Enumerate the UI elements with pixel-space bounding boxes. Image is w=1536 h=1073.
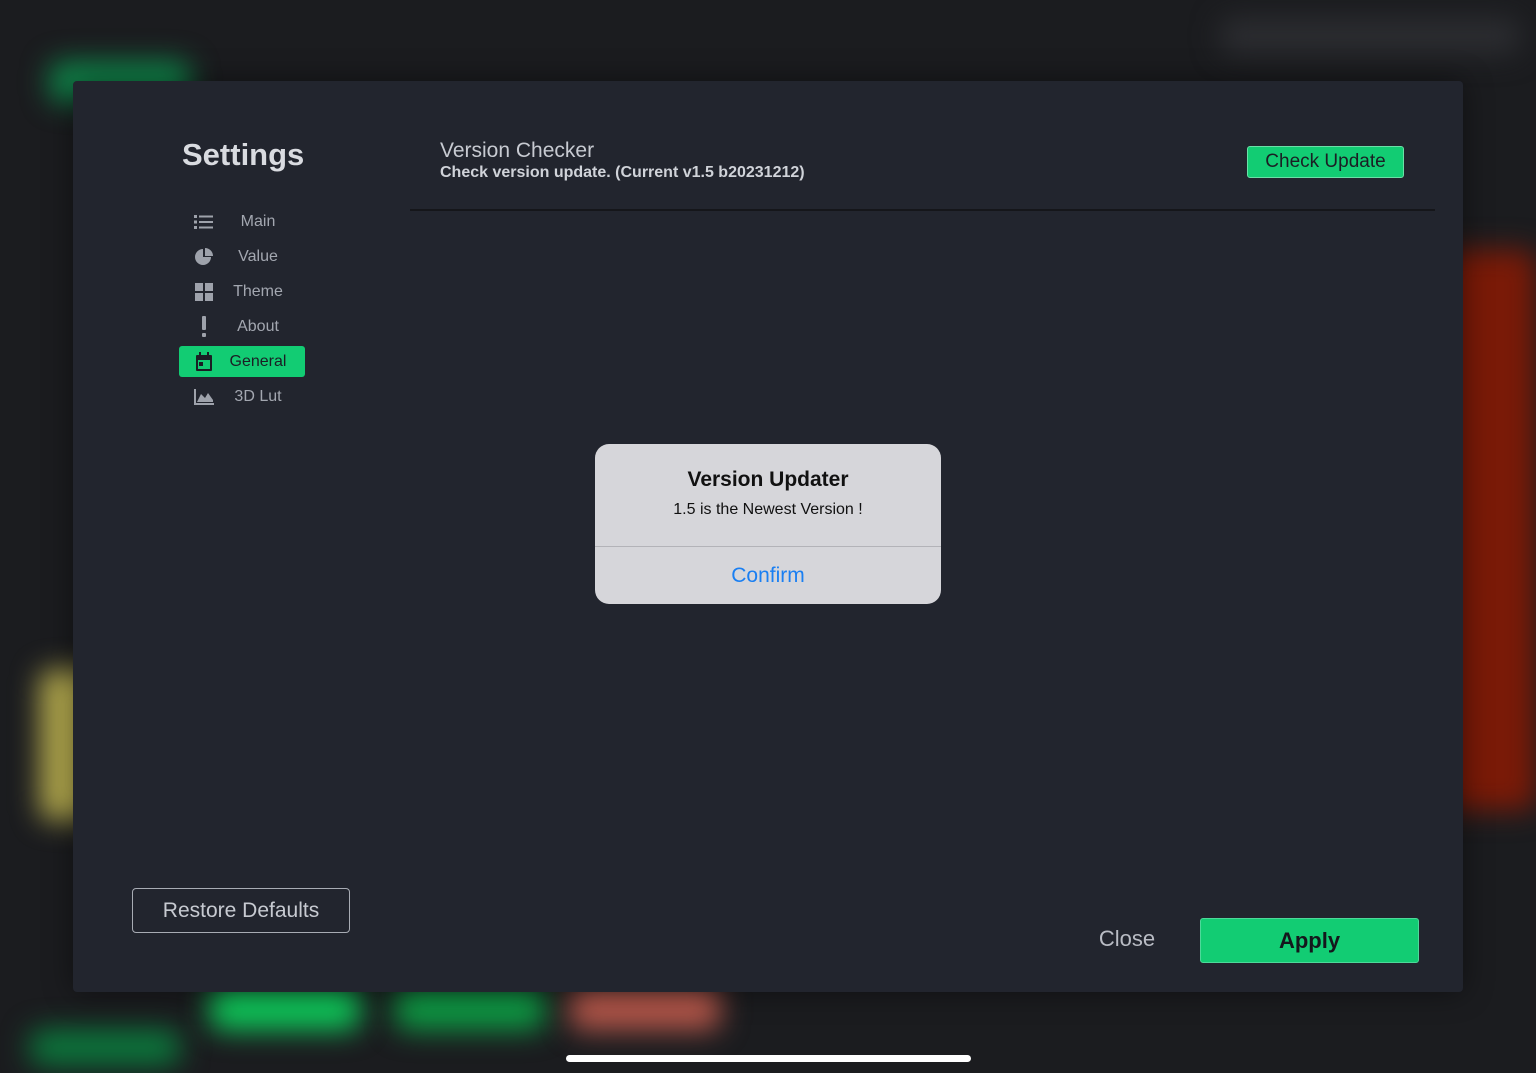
close-button[interactable]: Close (1083, 923, 1171, 955)
nav-item-label: General (229, 352, 287, 370)
nav-item-value[interactable]: Value (179, 241, 305, 272)
bg-top-bar (1220, 18, 1520, 54)
nav-item-theme[interactable]: Theme (179, 276, 305, 307)
restore-defaults-button[interactable]: Restore Defaults (132, 888, 350, 933)
settings-title: Settings (182, 137, 305, 172)
home-indicator[interactable] (566, 1055, 971, 1062)
version-checker-subtitle: Check version update. (Current v1.5 b202… (440, 164, 805, 181)
version-checker-title: Version Checker (440, 139, 595, 162)
alert-message: 1.5 is the Newest Version ! (673, 501, 863, 518)
apply-button[interactable]: Apply (1200, 918, 1419, 963)
nav-item-label: Main (240, 212, 276, 230)
nav-item-about[interactable]: About (179, 311, 305, 342)
alert-title: Version Updater (687, 468, 849, 491)
nav-item-3d-lut[interactable]: 3D Lut (179, 381, 305, 412)
nav-item-main[interactable]: Main (179, 206, 305, 237)
version-updater-alert: Version Updater 1.5 is the Newest Versio… (595, 444, 941, 604)
nav-item-label: About (237, 317, 279, 335)
nav-item-general[interactable]: General (179, 346, 305, 377)
nav-item-label: 3D Lut (234, 387, 282, 405)
nav-item-label: Value (238, 247, 278, 265)
confirm-button[interactable]: Confirm (595, 547, 941, 604)
section-divider (410, 209, 1435, 211)
bg-green-pill (30, 1030, 180, 1065)
nav-item-label: Theme (233, 282, 283, 300)
settings-nav: Main Value Theme About General 3D Lut (179, 206, 305, 416)
check-update-button[interactable]: Check Update (1247, 146, 1404, 178)
